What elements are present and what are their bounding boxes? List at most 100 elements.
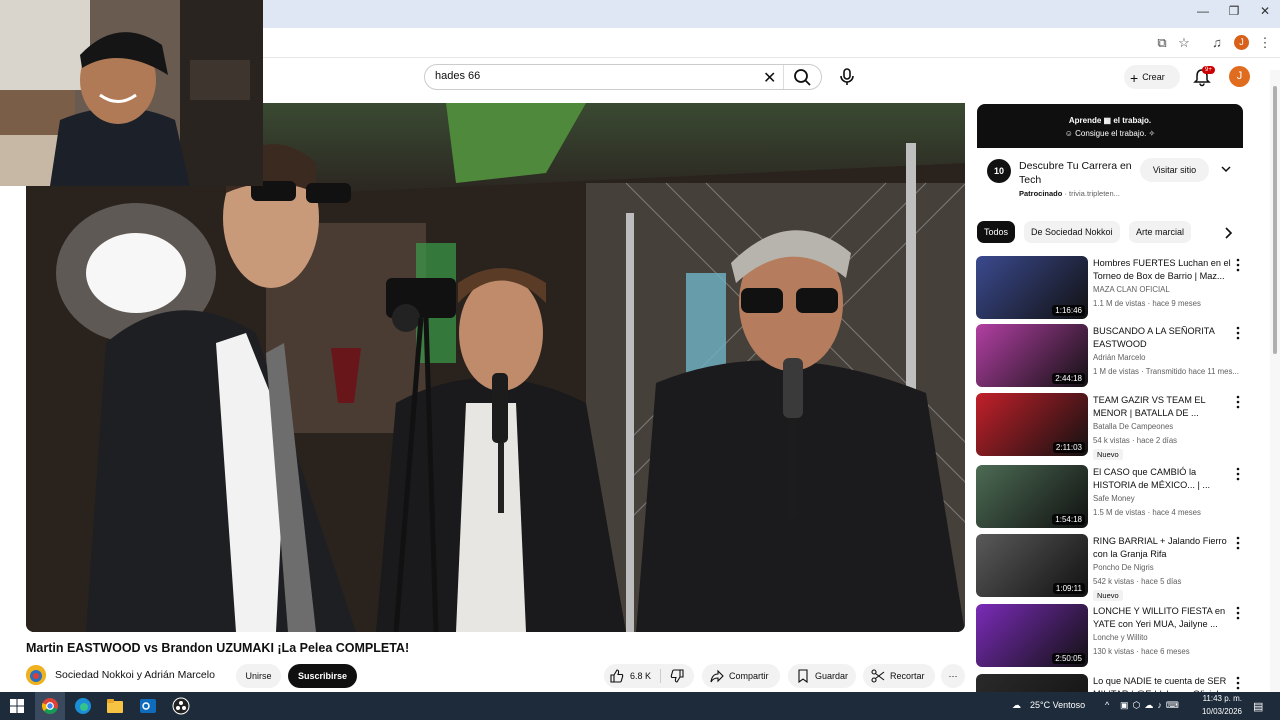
chevron-down-icon[interactable] xyxy=(1220,163,1232,175)
close-icon[interactable]: ✕ xyxy=(1250,4,1280,18)
channel-name[interactable]: Sociedad Nokkoi y Adrián Marcelo xyxy=(55,669,215,681)
clip-button[interactable]: Recortar xyxy=(863,664,935,688)
create-label: Crear xyxy=(1142,72,1165,82)
clock-time[interactable]: 11:43 p. m. xyxy=(1200,694,1242,703)
file-explorer-icon[interactable] xyxy=(106,697,124,715)
new-badge: Nuevo xyxy=(1093,449,1123,460)
page-scrollbar[interactable] xyxy=(1270,70,1280,692)
video-thumbnail[interactable]: 1:54:18 xyxy=(976,465,1088,528)
webcam-overlay xyxy=(0,0,263,186)
share-icon xyxy=(710,669,724,683)
create-button[interactable]: + Crear xyxy=(1124,65,1180,89)
minimize-icon[interactable]: — xyxy=(1188,4,1218,18)
kebab-menu-icon[interactable] xyxy=(1234,467,1242,481)
microphone-icon[interactable] xyxy=(836,66,858,88)
more-actions-icon[interactable]: ⋯ xyxy=(941,664,965,688)
search-icon[interactable] xyxy=(791,68,815,86)
kebab-menu-icon[interactable] xyxy=(1234,606,1242,620)
kebab-menu-icon[interactable] xyxy=(1234,395,1242,409)
recommended-meta: 1 M de vistas · Transmitido hace 11 mes.… xyxy=(1093,367,1239,376)
recommended-video[interactable]: 2:11:03 TEAM GAZIR VS TEAM EL MENOR | BAT… xyxy=(976,393,1244,460)
recommended-video[interactable]: 2:50:05 LONCHE Y WILLITO FIESTA en YATE c… xyxy=(976,604,1244,668)
new-badge: Nuevo xyxy=(1093,590,1123,601)
recommended-channel[interactable]: Adrián Marcelo xyxy=(1093,353,1145,362)
clip-label: Recortar xyxy=(890,671,925,681)
video-thumbnail[interactable]: 2:50:05 xyxy=(976,604,1088,667)
join-button[interactable]: Unirse xyxy=(236,664,281,688)
edge-icon[interactable] xyxy=(74,697,92,715)
account-avatar[interactable]: J xyxy=(1229,66,1250,87)
save-button[interactable]: Guardar xyxy=(788,664,856,688)
visit-site-button[interactable]: Visitar sitio xyxy=(1140,158,1209,182)
video-thumbnail[interactable]: 1:16:46 xyxy=(976,256,1088,319)
bookmark-icon xyxy=(798,669,808,683)
maximize-icon[interactable]: ❐ xyxy=(1219,4,1249,18)
recommended-channel[interactable]: Batalla De Campeones xyxy=(1093,422,1173,431)
recommended-title[interactable]: LONCHE Y WILLITO FIESTA en YATE con Yeri… xyxy=(1093,605,1231,631)
bookmark-star-icon[interactable]: ☆ xyxy=(1175,34,1193,52)
ad-domain: · trivia.tripleten... xyxy=(1064,189,1120,198)
channel-avatar[interactable] xyxy=(26,665,46,685)
scissors-icon xyxy=(871,669,885,683)
recommended-video[interactable]: 1:54:18 El CASO que CAMBIÓ la HISTORIA de… xyxy=(976,465,1244,529)
notification-badge: 9+ xyxy=(1202,66,1215,74)
kebab-menu-icon[interactable] xyxy=(1234,326,1242,340)
ad-title[interactable]: Descubre Tu Carrera en Tech xyxy=(1019,159,1139,187)
recommended-title[interactable]: Hombres FUERTES Luchan en el Torneo de B… xyxy=(1093,257,1231,283)
kebab-menu-icon[interactable] xyxy=(1234,676,1242,690)
outlook-icon[interactable] xyxy=(139,697,157,715)
kebab-menu-icon[interactable] xyxy=(1234,536,1242,550)
weather-icon[interactable]: ☁ xyxy=(1012,700,1021,711)
obs-icon[interactable] xyxy=(172,697,190,715)
video-thumbnail[interactable]: 2:44:18 xyxy=(976,324,1088,387)
recommended-video[interactable]: 1:09:11 RING BARRIAL + Jalando Fierro con… xyxy=(976,534,1244,601)
weather-text[interactable]: 25°C Ventoso xyxy=(1030,700,1085,710)
save-label: Guardar xyxy=(815,671,849,681)
recommended-channel[interactable]: Safe Money xyxy=(1093,494,1135,503)
left-page-margin xyxy=(0,186,26,632)
video-thumbnail[interactable]: 2:11:03 xyxy=(976,393,1088,456)
duration-badge: 1:16:46 xyxy=(1052,305,1085,316)
search-input[interactable]: hades 66 xyxy=(435,70,480,82)
recommended-channel[interactable]: Lonche y Willito xyxy=(1093,633,1148,642)
subscribe-button[interactable]: Suscribirse xyxy=(288,664,357,688)
chip-channel[interactable]: De Sociedad Nokkoi xyxy=(1024,221,1120,243)
duration-badge: 2:44:18 xyxy=(1052,373,1085,384)
browser-profile-avatar[interactable]: J xyxy=(1234,35,1249,50)
recommended-meta: 1.5 M de vistas · hace 4 meses xyxy=(1093,508,1201,517)
share-button[interactable]: Compartir xyxy=(702,664,780,688)
media-controls-icon[interactable]: ♫ xyxy=(1208,34,1226,52)
recommended-video[interactable]: 2:44:18 BUSCANDO A LA SEÑORITA EASTWOOD Ad… xyxy=(976,324,1244,388)
ad-banner[interactable]: Aprende ▦ el trabajo. ☺ Consigue el trab… xyxy=(977,104,1243,148)
sponsored-ad-card[interactable]: Aprende ▦ el trabajo. ☺ Consigue el trab… xyxy=(977,104,1243,210)
chip-martial-arts[interactable]: Arte marcial xyxy=(1129,221,1192,243)
chrome-icon[interactable] xyxy=(41,697,59,715)
like-dislike-group: 6.8 K xyxy=(604,664,694,688)
install-app-icon[interactable]: ⧉ xyxy=(1153,34,1171,52)
search-box[interactable]: hades 66 ✕ xyxy=(424,64,822,90)
scrollbar-thumb[interactable] xyxy=(1273,86,1277,354)
clear-search-icon[interactable]: ✕ xyxy=(763,68,776,88)
recommended-title[interactable]: RING BARRIAL + Jalando Fierro con la Gra… xyxy=(1093,535,1231,561)
chip-todos[interactable]: Todos xyxy=(977,221,1016,243)
recommended-channel[interactable]: MAZA CLAN OFICIAL xyxy=(1093,285,1170,294)
notification-center-icon[interactable]: ▤ xyxy=(1253,700,1263,713)
like-count[interactable]: 6.8 K xyxy=(630,664,651,688)
recommended-title[interactable]: BUSCANDO A LA SEÑORITA EASTWOOD xyxy=(1093,325,1231,351)
recommended-title[interactable]: El CASO que CAMBIÓ la HISTORIA de MÉXICO… xyxy=(1093,466,1231,492)
video-thumbnail[interactable]: 1:09:11 xyxy=(976,534,1088,597)
clock-date[interactable]: 10/03/2026 xyxy=(1200,707,1242,716)
thumbs-up-icon[interactable] xyxy=(610,669,624,683)
search-divider xyxy=(783,65,784,89)
kebab-menu-icon[interactable] xyxy=(1234,258,1242,272)
ad-banner-line1: Aprende ▦ el trabajo. xyxy=(1068,116,1152,125)
browser-menu-icon[interactable]: ⋮ xyxy=(1256,34,1274,52)
recommended-title[interactable]: TEAM GAZIR VS TEAM EL MENOR | BATALLA DE… xyxy=(1093,394,1231,420)
windows-start-icon[interactable] xyxy=(8,697,26,715)
system-tray-icons[interactable]: ▣⬡☁♪⌨ xyxy=(1120,700,1183,711)
thumbs-down-icon[interactable] xyxy=(670,669,684,683)
recommended-channel[interactable]: Poncho De Nigris xyxy=(1093,563,1154,572)
recommended-video[interactable]: 1:16:46 Hombres FUERTES Luchan en el Torn… xyxy=(976,256,1244,320)
chevron-right-icon[interactable] xyxy=(1221,226,1235,240)
tray-chevron-icon[interactable]: ^ xyxy=(1105,700,1109,710)
